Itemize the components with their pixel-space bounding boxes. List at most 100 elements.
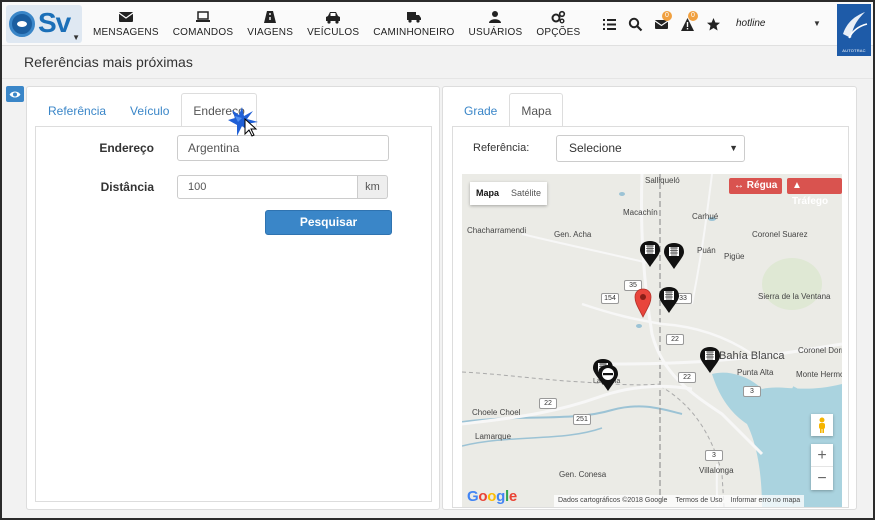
nav-label: OPÇÕES bbox=[536, 27, 581, 38]
search-button[interactable] bbox=[622, 14, 648, 34]
address-form: Endereço Argentina Distância 100 km Pesq… bbox=[35, 126, 432, 502]
place-label: Punta Alta bbox=[737, 368, 774, 377]
distance-input[interactable]: 100 bbox=[177, 175, 358, 199]
road-shield: 251 bbox=[573, 414, 591, 425]
reference-location-marker[interactable] bbox=[634, 288, 652, 318]
tab-grade[interactable]: Grade bbox=[452, 93, 509, 127]
nav-caminhoneiro[interactable]: CAMINHONEIRO bbox=[366, 2, 461, 46]
traffic-icon: ▲ bbox=[792, 180, 802, 191]
zoom-out-button[interactable]: − bbox=[811, 467, 833, 490]
nav-opcoes[interactable]: OPÇÕES bbox=[529, 2, 587, 46]
car-icon bbox=[326, 12, 341, 24]
place-label: Villalonga bbox=[699, 466, 734, 475]
toolbar-icons: 0 0 bbox=[596, 11, 726, 34]
fuel-station-marker[interactable] bbox=[639, 240, 661, 268]
place-label: Coronel Suarez bbox=[752, 230, 808, 239]
app-window: Sv ▼ MENSAGENS COMANDOS VIAGENS VEÍCULOS bbox=[0, 0, 875, 520]
caret-down-icon: ▼ bbox=[72, 33, 80, 42]
ruler-label: Régua bbox=[746, 180, 778, 191]
nav-viagens[interactable]: VIAGENS bbox=[240, 2, 300, 46]
place-label: Sierra de la Ventana bbox=[758, 292, 831, 301]
list-button[interactable] bbox=[596, 14, 622, 34]
tab-veiculo[interactable]: Veículo bbox=[118, 93, 181, 127]
caret-down-icon[interactable]: ▼ bbox=[813, 19, 821, 28]
list-icon bbox=[602, 18, 616, 30]
fuel-station-marker[interactable] bbox=[699, 346, 721, 374]
road-shield: 154 bbox=[601, 293, 619, 304]
fuel-station-marker[interactable] bbox=[658, 286, 680, 314]
fuel-station-marker[interactable] bbox=[663, 242, 685, 270]
zoom-in-button[interactable]: + bbox=[811, 444, 833, 467]
no-entry-marker[interactable] bbox=[597, 364, 619, 392]
user-icon bbox=[489, 11, 502, 23]
favorites-button[interactable] bbox=[700, 14, 726, 34]
place-label: Monte Hermoso bbox=[796, 370, 842, 379]
map-type-control: Mapa Satélite bbox=[470, 182, 548, 205]
nav-label: VIAGENS bbox=[247, 27, 294, 38]
place-label: Gen. Acha bbox=[554, 230, 592, 239]
main-nav: MENSAGENS COMANDOS VIAGENS VEÍCULOS CAMI… bbox=[86, 2, 587, 46]
road-shield: 3 bbox=[743, 386, 761, 397]
map-canvas[interactable]: Mapa Satélite ↔ Régua ▲ Tráfego Sallique… bbox=[462, 174, 842, 507]
place-label: Carhué bbox=[692, 212, 719, 221]
terms-link[interactable]: Termos de Uso bbox=[671, 495, 726, 507]
ruler-icon: ↔ bbox=[734, 180, 747, 191]
nav-label: MENSAGENS bbox=[93, 27, 159, 38]
map-base-layer bbox=[462, 174, 842, 507]
nav-label: VEÍCULOS bbox=[307, 27, 360, 38]
google-logo: Google bbox=[467, 488, 517, 505]
messages-badge: 0 bbox=[662, 11, 672, 21]
map-type-satellite[interactable]: Satélite bbox=[505, 182, 547, 205]
search-submit-button[interactable]: Pesquisar bbox=[265, 210, 392, 235]
autotrac-logo-icon bbox=[843, 12, 868, 39]
nav-usuarios[interactable]: USUÁRIOS bbox=[462, 2, 530, 46]
tab-referencia[interactable]: Referência bbox=[36, 93, 118, 127]
nav-label: COMANDOS bbox=[172, 27, 234, 38]
app-logo-menu[interactable]: Sv ▼ bbox=[6, 5, 82, 43]
place-label: Bahía Blanca bbox=[719, 350, 785, 362]
nav-comandos[interactable]: COMANDOS bbox=[166, 2, 241, 46]
user-menu[interactable]: hotline bbox=[736, 18, 765, 29]
messages-button[interactable]: 0 bbox=[648, 11, 674, 34]
tab-mapa[interactable]: Mapa bbox=[509, 93, 564, 127]
place-label: Gen. Conesa bbox=[559, 470, 607, 479]
report-error-link[interactable]: Informar erro no mapa bbox=[727, 495, 805, 507]
logo-eye-icon bbox=[9, 11, 35, 37]
distance-unit: km bbox=[358, 175, 388, 199]
road-shield: 3 bbox=[705, 450, 723, 461]
toggle-view-button[interactable] bbox=[6, 86, 24, 102]
eye-icon bbox=[9, 91, 21, 97]
place-label: Choele Choel bbox=[472, 408, 521, 417]
nav-label: USUÁRIOS bbox=[468, 27, 523, 38]
envelope-icon bbox=[118, 12, 134, 22]
map-type-map[interactable]: Mapa bbox=[470, 182, 505, 205]
alerts-badge: 0 bbox=[688, 11, 698, 21]
pegman-icon bbox=[819, 417, 825, 433]
nav-veiculos[interactable]: VEÍCULOS bbox=[300, 2, 366, 46]
street-view-button[interactable] bbox=[811, 414, 833, 436]
traffic-button[interactable]: ▲ Tráfego bbox=[787, 178, 842, 207]
road-shield: 22 bbox=[678, 372, 696, 383]
place-label: Pigüe bbox=[724, 252, 745, 261]
results-panel: Grade Mapa Referência: Selecione ▼ Mapa … bbox=[442, 86, 857, 510]
reference-select-value: Selecione bbox=[569, 141, 622, 155]
title-divider bbox=[2, 78, 873, 79]
address-label: Endereço bbox=[99, 141, 154, 155]
nav-mensagens[interactable]: MENSAGENS bbox=[86, 2, 166, 46]
logo-text: Sv bbox=[38, 7, 71, 38]
traffic-label: Tráfego bbox=[792, 196, 829, 207]
reference-select[interactable]: Selecione ▼ bbox=[556, 135, 745, 162]
search-panel: Referência Veículo Endereço Endereço Arg… bbox=[26, 86, 440, 510]
map-data-credit: Dados cartográficos ©2018 Google bbox=[558, 497, 668, 504]
road-icon bbox=[264, 11, 277, 23]
address-input[interactable]: Argentina bbox=[177, 135, 389, 161]
mouse-cursor-icon bbox=[228, 107, 258, 137]
truck-icon bbox=[406, 12, 421, 23]
alerts-button[interactable]: 0 bbox=[674, 11, 700, 34]
ruler-button[interactable]: ↔ Régua bbox=[729, 178, 783, 194]
place-label: Puán bbox=[697, 246, 716, 255]
search-icon bbox=[628, 17, 642, 31]
place-label: Lamarque bbox=[475, 432, 512, 441]
search-tabs: Referência Veículo Endereço bbox=[36, 93, 257, 127]
star-icon bbox=[706, 17, 720, 30]
